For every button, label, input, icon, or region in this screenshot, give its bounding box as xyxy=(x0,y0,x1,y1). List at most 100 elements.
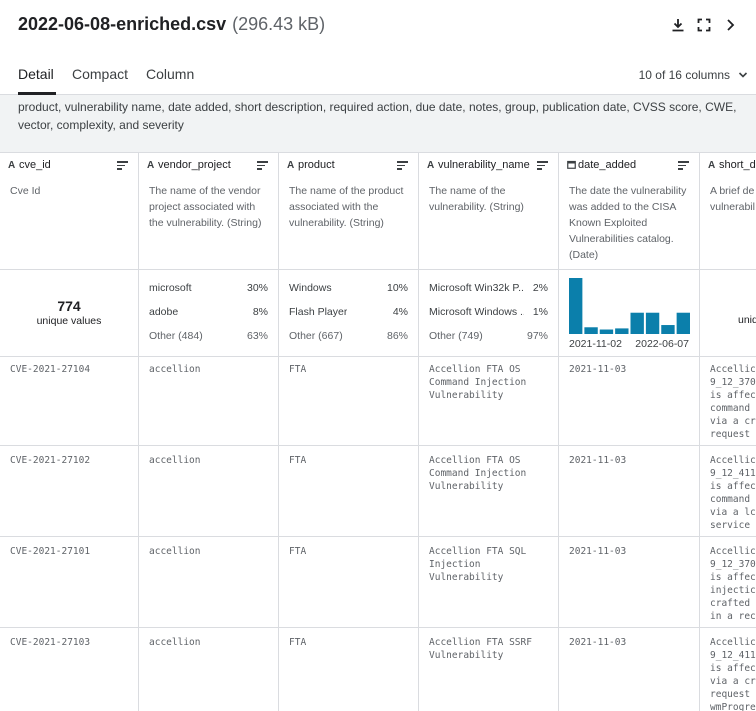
column-name: product xyxy=(298,159,335,171)
stat-label: adobe xyxy=(149,306,179,318)
histogram-bar[interactable] xyxy=(661,325,675,334)
stat-label: Windows xyxy=(289,282,332,294)
column-menu-icon[interactable] xyxy=(537,161,548,172)
table-row[interactable]: FTA xyxy=(279,537,418,628)
columns-selector-label: 10 of 16 columns xyxy=(638,68,730,82)
table-row[interactable]: FTA xyxy=(279,355,418,446)
tab-detail[interactable]: Detail xyxy=(18,66,54,82)
stat-row: microsoft 30% xyxy=(149,282,268,296)
header-actions xyxy=(670,17,738,33)
table-row[interactable]: Accellion FTA OS Command Injection Vulne… xyxy=(419,355,558,446)
histogram-bar[interactable] xyxy=(676,312,690,334)
column-stats: Microsoft Win32k P... 2% Microsoft Window… xyxy=(419,269,558,357)
table-row[interactable]: accellion xyxy=(139,355,278,446)
cell: Accellic 9_12_411 is affec command via a… xyxy=(710,455,756,531)
tab-compact[interactable]: Compact xyxy=(72,66,128,82)
column-date-added: date_added The date the vulnerability wa… xyxy=(559,153,700,711)
column-header[interactable]: date_added xyxy=(559,153,699,175)
column-header[interactable]: A product xyxy=(279,153,418,175)
column-menu-icon[interactable] xyxy=(397,161,408,172)
histogram-bar[interactable] xyxy=(584,327,598,334)
column-name: vendor_project xyxy=(158,159,231,171)
histogram-bar[interactable] xyxy=(569,278,583,334)
table-row[interactable]: Accellic 9_12_411 is affec via a cr requ… xyxy=(700,628,756,711)
calendar-icon xyxy=(567,160,576,172)
column-product: A product The name of the product associ… xyxy=(279,153,419,711)
column-header[interactable]: A vendor_project xyxy=(139,153,278,175)
table-row[interactable]: Accellic 9_12_370 is affec command via a… xyxy=(700,355,756,446)
table-row[interactable]: CVE-2021-27103 xyxy=(0,628,138,711)
cell: Accellic 9_12_370 is affec command via a… xyxy=(710,364,756,440)
column-name: vulnerability_name xyxy=(438,159,530,171)
cell: FTA xyxy=(289,546,307,557)
column-menu-icon[interactable] xyxy=(117,161,128,172)
table-row[interactable]: 2021-11-03 xyxy=(559,355,699,446)
table-row[interactable]: Accellic 9_12_411 is affec command via a… xyxy=(700,446,756,537)
unique-label: uniq xyxy=(738,314,756,326)
table-row[interactable]: Accellic 9_12_370 is affec injectic craf… xyxy=(700,537,756,628)
column-header[interactable]: A vulnerability_name xyxy=(419,153,558,175)
stat-percent: 2% xyxy=(532,282,548,294)
data-grid: A cve_id Cve Id 774 unique values CVE-20… xyxy=(0,153,756,711)
stat-percent: 30% xyxy=(246,282,268,294)
stat-row: Microsoft Win32k P... 2% xyxy=(429,282,548,296)
date-histogram[interactable] xyxy=(569,278,690,334)
column-menu-icon[interactable] xyxy=(257,161,268,172)
column-header[interactable]: A cve_id xyxy=(0,153,138,175)
table-row[interactable]: 2021-11-03 xyxy=(559,446,699,537)
description-text: product, vulnerability name, date added,… xyxy=(18,100,737,132)
column-cve-id: A cve_id Cve Id 774 unique values CVE-20… xyxy=(0,153,139,711)
download-icon[interactable] xyxy=(670,17,686,33)
table-row[interactable]: FTA xyxy=(279,446,418,537)
cell: FTA xyxy=(289,455,307,466)
columns-selector[interactable]: 10 of 16 columns xyxy=(639,68,748,82)
cell: accellion xyxy=(149,455,201,466)
column-header[interactable]: A short_d xyxy=(700,153,756,175)
column-stats: Windows 10% Flash Player 4% Other (667) 86% xyxy=(279,269,418,357)
cell: Accellion FTA OS Command Injection Vulne… xyxy=(429,455,527,492)
column-name: date_added xyxy=(578,159,637,171)
table-row[interactable]: Accellion FTA SSRF Vulnerability xyxy=(419,628,558,711)
cell: Accellion FTA SSRF Vulnerability xyxy=(429,637,532,661)
column-vulnerability-name: A vulnerability_name The name of the vul… xyxy=(419,153,559,711)
stat-label: Other (749) xyxy=(429,330,483,342)
unique-count: 774 xyxy=(57,298,81,314)
table-row[interactable]: CVE-2021-27104 xyxy=(0,355,138,446)
table-row[interactable]: accellion xyxy=(139,446,278,537)
chevron-right-icon[interactable] xyxy=(722,17,738,33)
table-row[interactable]: FTA xyxy=(279,628,418,711)
table-row[interactable]: CVE-2021-27101 xyxy=(0,537,138,628)
table-row[interactable]: CVE-2021-27102 xyxy=(0,446,138,537)
table-row[interactable]: 2021-11-03 xyxy=(559,537,699,628)
unique-label: unique values xyxy=(36,315,102,327)
table-row[interactable]: accellion xyxy=(139,537,278,628)
histogram-bar[interactable] xyxy=(630,312,644,334)
cell: 2021-11-03 xyxy=(569,455,627,466)
column-stats: uniq xyxy=(700,269,756,357)
stat-row: adobe 8% xyxy=(149,306,268,320)
cell: 2021-11-03 xyxy=(569,637,627,648)
column-description: The name of the vulnerability. (String) xyxy=(429,185,524,213)
stat-label: Flash Player xyxy=(289,306,348,318)
column-stats: 774 unique values xyxy=(0,269,138,357)
string-type-icon: A xyxy=(708,160,716,171)
histogram-bar[interactable] xyxy=(645,312,660,334)
table-row[interactable]: Accellion FTA SQL Injection Vulnerabilit… xyxy=(419,537,558,628)
cell: accellion xyxy=(149,364,201,375)
table-row[interactable]: 2021-11-03 xyxy=(559,628,699,711)
fullscreen-icon[interactable] xyxy=(696,17,712,33)
column-menu-icon[interactable] xyxy=(678,161,689,172)
tab-column[interactable]: Column xyxy=(146,66,194,82)
column-description: A brief de vulnerabil xyxy=(710,185,755,213)
cell: CVE-2021-27103 xyxy=(10,637,91,648)
column-vendor-project: A vendor_project The name of the vendor … xyxy=(139,153,279,711)
stat-label: Microsoft Windows ... xyxy=(429,306,524,318)
stat-row: Other (749) 97% xyxy=(429,330,548,344)
table-row[interactable]: accellion xyxy=(139,628,278,711)
histogram-bar[interactable] xyxy=(615,328,629,334)
cell: CVE-2021-27102 xyxy=(10,455,91,466)
histogram-end-label: 2022-06-07 xyxy=(635,338,689,350)
column-name: short_d xyxy=(719,159,756,171)
table-row[interactable]: Accellion FTA OS Command Injection Vulne… xyxy=(419,446,558,537)
histogram-bar[interactable] xyxy=(599,329,614,334)
